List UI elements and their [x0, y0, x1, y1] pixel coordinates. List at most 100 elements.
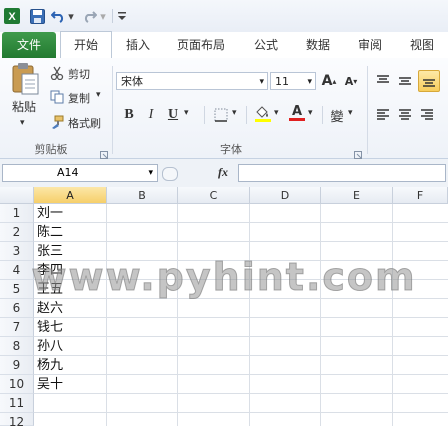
cell-a10[interactable]: 吴十: [37, 375, 63, 394]
cut-label[interactable]: 剪切: [68, 66, 90, 82]
fill-color-icon[interactable]: [254, 104, 272, 122]
save-icon[interactable]: [28, 7, 46, 25]
column-header-a[interactable]: A: [34, 187, 107, 204]
format-painter-icon[interactable]: [50, 114, 64, 129]
copy-dropdown-icon[interactable]: ▾: [96, 90, 101, 100]
tab-file[interactable]: 文件: [2, 32, 56, 58]
ribbon-divider: [204, 106, 205, 124]
gridline: [34, 260, 448, 261]
gridline: [34, 412, 448, 413]
redo-dropdown-icon[interactable]: ▾: [98, 7, 108, 25]
copy-icon[interactable]: [50, 89, 64, 104]
cut-icon[interactable]: [50, 65, 64, 81]
copy-label[interactable]: 复制: [68, 90, 90, 106]
border-dropdown-icon[interactable]: ▾: [232, 108, 237, 118]
undo-icon[interactable]: [50, 7, 66, 25]
insert-function-button[interactable]: fx: [218, 165, 228, 180]
cell-a6[interactable]: 赵六: [37, 299, 63, 318]
tab-insert[interactable]: 插入: [116, 32, 160, 58]
align-top-icon[interactable]: [374, 72, 392, 90]
column-header-d[interactable]: D: [250, 187, 321, 204]
row-header-3[interactable]: 3: [0, 242, 34, 261]
row-header-8[interactable]: 8: [0, 337, 34, 356]
bold-button[interactable]: B: [120, 106, 138, 124]
shrink-font-icon[interactable]: A ▾: [342, 72, 360, 90]
row-header-4[interactable]: 4: [0, 261, 34, 280]
underline-dropdown-icon[interactable]: ▾: [184, 108, 189, 118]
redo-icon[interactable]: [82, 7, 98, 25]
align-bottom-icon[interactable]: [418, 70, 440, 92]
cell-a7[interactable]: 钱七: [37, 318, 63, 337]
font-name-dropdown-icon[interactable]: ▾: [259, 73, 264, 91]
font-size-dropdown-icon[interactable]: ▾: [307, 73, 312, 91]
worksheet-grid[interactable]: A B C D E F 1 2 3 4 5 6 7 8 9 10 11 12 刘…: [0, 187, 448, 429]
tab-page-layout[interactable]: 页面布局: [168, 32, 234, 58]
excel-logo-icon[interactable]: X: [4, 7, 20, 25]
tab-home[interactable]: 开始: [60, 31, 112, 59]
toolbar-divider: [112, 9, 113, 23]
column-header-c[interactable]: C: [178, 187, 250, 204]
ribbon-tabs: 文件 开始 插入 页面布局 公式 数据 审阅 视图: [0, 31, 448, 59]
column-header-e[interactable]: E: [321, 187, 393, 204]
gridline: [34, 374, 448, 375]
phonetic-guide-icon[interactable]: 變: [328, 106, 346, 125]
name-box-value: A14: [57, 166, 79, 179]
name-box-dropdown-icon[interactable]: ▾: [148, 165, 153, 181]
format-painter-label[interactable]: 格式刷: [68, 115, 101, 131]
phonetic-dropdown-icon[interactable]: ▾: [348, 108, 353, 118]
clipboard-launcher-icon[interactable]: [100, 144, 108, 159]
tab-review[interactable]: 审阅: [348, 32, 392, 58]
cell-a9[interactable]: 杨九: [37, 356, 63, 375]
ribbon-divider: [246, 106, 247, 124]
row-header-11[interactable]: 11: [0, 394, 34, 413]
cell-a4[interactable]: 李四: [37, 261, 63, 280]
italic-button[interactable]: I: [142, 106, 160, 124]
column-header-f[interactable]: F: [393, 187, 448, 204]
formula-input[interactable]: [238, 164, 446, 182]
ribbon-divider: [322, 106, 323, 124]
formula-bar-resize-handle[interactable]: [162, 167, 178, 181]
gridline: [34, 393, 448, 394]
tab-data[interactable]: 数据: [296, 32, 340, 58]
svg-text:X: X: [8, 11, 16, 23]
cell-a3[interactable]: 张三: [37, 242, 63, 261]
row-header-7[interactable]: 7: [0, 318, 34, 337]
font-size-combo[interactable]: 11 ▾: [270, 72, 316, 90]
row-header-12[interactable]: 12: [0, 413, 34, 429]
align-left-icon[interactable]: [374, 106, 392, 124]
gridline: [34, 222, 448, 223]
paste-icon[interactable]: [10, 62, 40, 96]
row-header-5[interactable]: 5: [0, 280, 34, 299]
undo-dropdown-icon[interactable]: ▾: [66, 7, 76, 25]
customize-toolbar-icon[interactable]: [116, 7, 128, 25]
font-name-combo[interactable]: 宋体 ▾: [116, 72, 268, 90]
row-header-9[interactable]: 9: [0, 356, 34, 375]
row-header-1[interactable]: 1: [0, 204, 34, 223]
column-header-b[interactable]: B: [107, 187, 178, 204]
underline-button[interactable]: U: [164, 106, 182, 124]
cell-a1[interactable]: 刘一: [37, 204, 63, 223]
cell-a5[interactable]: 王五: [37, 280, 63, 299]
row-header-6[interactable]: 6: [0, 299, 34, 318]
align-right-icon[interactable]: [418, 106, 436, 124]
border-icon[interactable]: [212, 106, 230, 124]
tab-view[interactable]: 视图: [400, 32, 444, 58]
cell-a8[interactable]: 孙八: [37, 337, 63, 356]
grow-font-icon[interactable]: A ▴: [320, 72, 338, 90]
name-box[interactable]: A14 ▾: [2, 164, 158, 182]
font-color-icon[interactable]: A: [288, 104, 306, 122]
font-color-dropdown-icon[interactable]: ▾: [308, 108, 313, 118]
align-middle-icon[interactable]: [396, 72, 414, 90]
paste-dropdown-icon[interactable]: ▾: [20, 118, 25, 128]
row-header-2[interactable]: 2: [0, 223, 34, 242]
font-launcher-icon[interactable]: [354, 144, 362, 159]
fill-color-dropdown-icon[interactable]: ▾: [274, 108, 279, 118]
gridline: [34, 355, 448, 356]
paste-label[interactable]: 粘贴: [12, 98, 36, 115]
tab-formulas[interactable]: 公式: [244, 32, 288, 58]
select-all-corner[interactable]: [0, 187, 34, 204]
cell-a2[interactable]: 陈二: [37, 223, 63, 242]
row-header-10[interactable]: 10: [0, 375, 34, 394]
font-size-value: 11: [275, 75, 289, 88]
align-center-icon[interactable]: [396, 106, 414, 124]
